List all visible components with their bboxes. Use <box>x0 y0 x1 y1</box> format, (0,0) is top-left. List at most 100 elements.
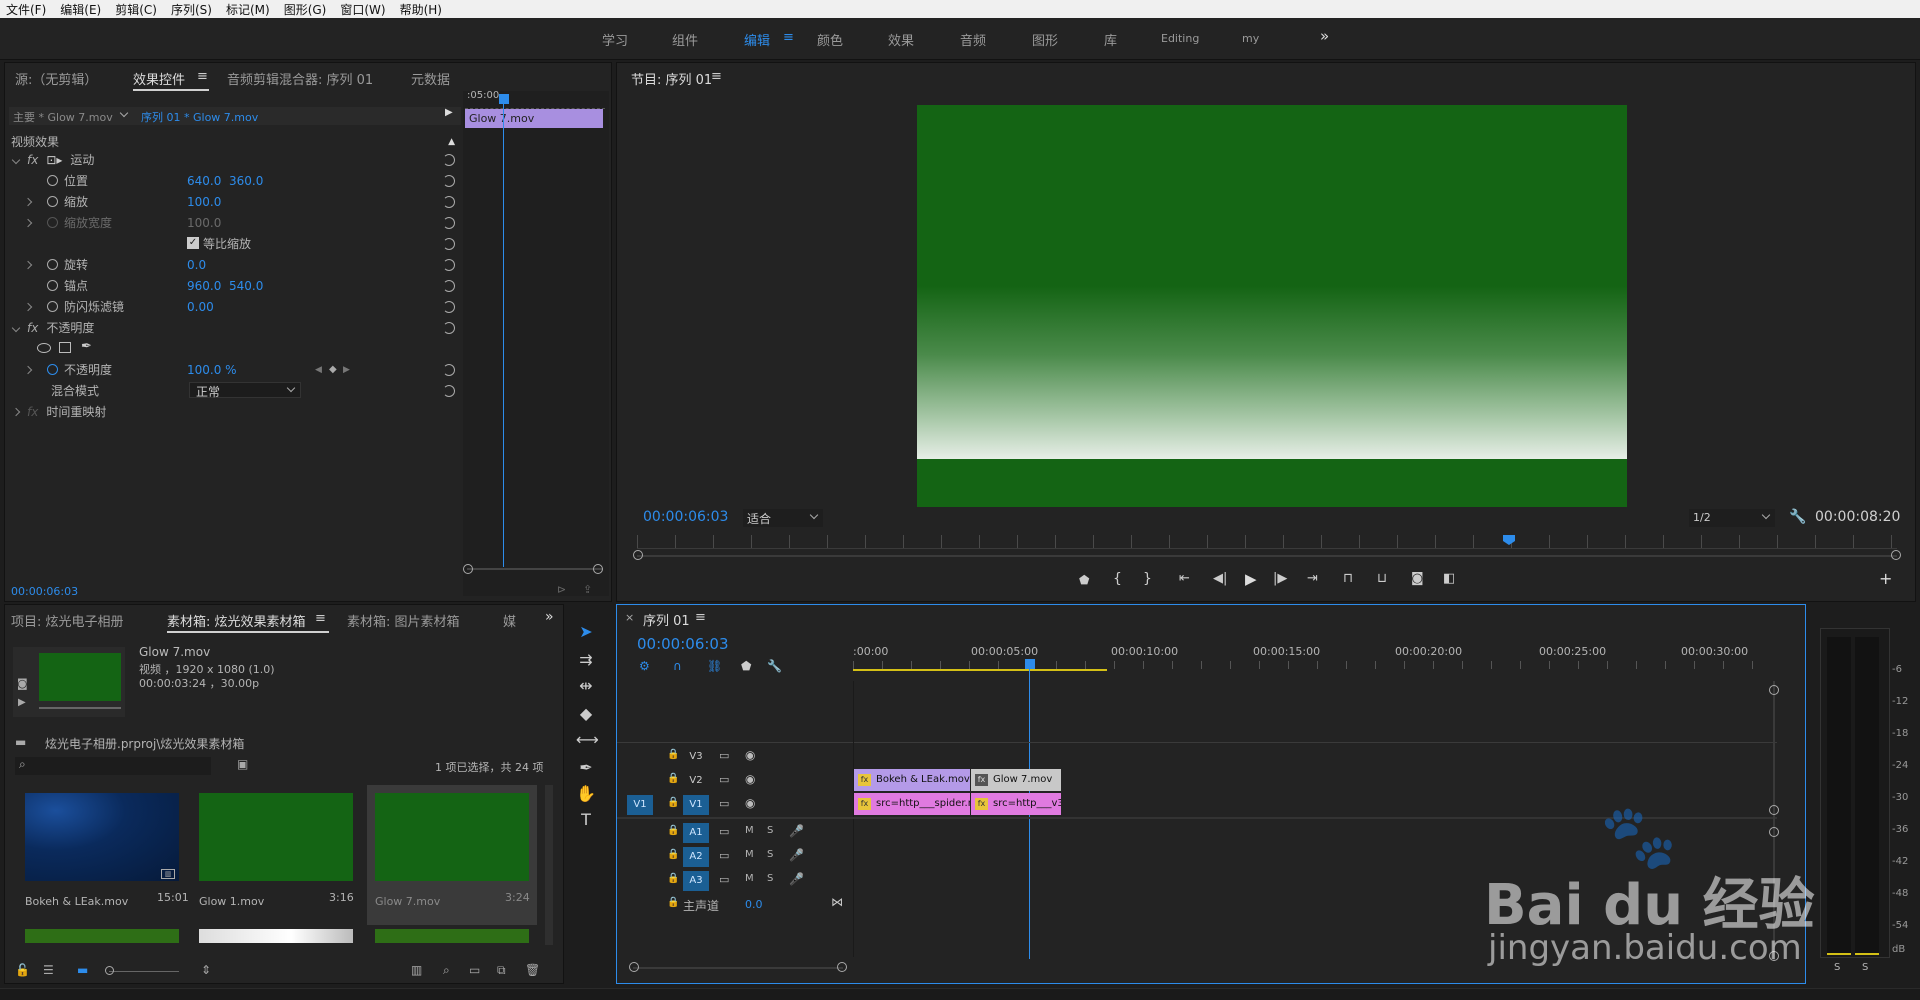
microphone-icon[interactable]: 🎤 <box>789 872 804 886</box>
workspace-my[interactable]: my <box>1242 32 1259 45</box>
workspace-color[interactable]: 颜色 <box>817 30 843 49</box>
program-zoom-bar[interactable] <box>637 555 1897 557</box>
chevron-right-icon[interactable] <box>23 365 33 374</box>
track-a3-target[interactable]: A3 <box>683 871 709 891</box>
eye-icon[interactable]: ◉ <box>745 796 755 810</box>
lock-icon[interactable]: 🔒 <box>667 773 679 784</box>
trash-icon[interactable]: 🗑 <box>525 963 540 977</box>
blend-mode-select[interactable]: 正常 <box>189 382 301 399</box>
tab-source[interactable]: 源:（无剪辑） <box>15 69 97 88</box>
anchor-y-value[interactable]: 540.0 <box>229 279 263 293</box>
slip-tool-icon[interactable]: ⟷ <box>576 730 599 750</box>
mini-playhead-handle[interactable] <box>499 94 509 104</box>
track-v1-target[interactable]: V1 <box>683 795 709 815</box>
menu-marker[interactable]: 标记(M) <box>226 1 270 18</box>
export-icon[interactable]: ⇪ <box>583 583 592 596</box>
motion-row[interactable]: fx ⊡▸ 运动 <box>5 149 465 170</box>
scale-value[interactable]: 100.0 <box>187 195 221 209</box>
mini-playhead[interactable] <box>503 97 504 567</box>
zoom-handle-left[interactable] <box>633 550 643 560</box>
lock-icon[interactable]: 🔒 <box>667 797 679 808</box>
stopwatch-icon[interactable] <box>47 259 58 270</box>
go-to-out-icon[interactable]: ⇥ <box>1307 571 1318 586</box>
horizontal-scrollbar[interactable] <box>633 967 843 969</box>
step-forward-icon[interactable]: |▶ <box>1273 571 1287 586</box>
hand-tool-icon[interactable]: ✋ <box>576 784 596 804</box>
lock-icon[interactable]: 🔒 <box>667 873 679 884</box>
chevron-right-icon[interactable] <box>23 218 33 227</box>
program-scrub-ruler[interactable] <box>637 535 1897 549</box>
tab-metadata[interactable]: 元数据 <box>411 69 450 88</box>
zoom-slider[interactable] <box>109 971 179 972</box>
tab-bin-glow[interactable]: 素材箱: 炫光效果素材箱 <box>167 611 306 630</box>
mini-clip[interactable]: Glow 7.mov <box>465 109 603 128</box>
track-a2-target[interactable]: A2 <box>683 847 709 867</box>
timeline-ruler[interactable]: :00:00 00:00:05:00 00:00:10:00 00:00:15:… <box>853 645 1793 681</box>
transform-icon[interactable]: ⊡▸ <box>46 153 62 167</box>
linked-selection-icon[interactable]: ⛓ <box>707 659 722 673</box>
track-select-tool-icon[interactable]: ⇉ <box>576 650 596 670</box>
menu-window[interactable]: 窗口(W) <box>340 1 385 18</box>
reset-icon[interactable] <box>443 237 455 250</box>
next-keyframe-icon[interactable]: ▶ <box>343 365 350 375</box>
stopwatch-icon[interactable] <box>47 301 58 312</box>
new-item-icon[interactable]: ⧉ <box>497 963 506 978</box>
track-a1-target[interactable]: A1 <box>683 823 709 843</box>
reset-icon[interactable] <box>443 363 455 376</box>
workspace-editing-custom[interactable]: Editing <box>1161 32 1199 45</box>
add-marker-icon[interactable]: ⬟ <box>1079 573 1089 587</box>
anti-flicker-value[interactable]: 0.00 <box>187 300 214 314</box>
play-only-icon[interactable]: ▶ <box>445 107 453 118</box>
list-view-icon[interactable]: ☰ <box>43 963 54 977</box>
new-bin-icon[interactable]: ▭ <box>469 963 480 977</box>
reset-icon[interactable] <box>443 321 455 334</box>
workspace-effects[interactable]: 效果 <box>888 30 914 49</box>
menu-edit[interactable]: 编辑(E) <box>60 1 101 18</box>
meter-solo-left[interactable]: S <box>1834 962 1840 973</box>
effect-controls-timecode[interactable]: 00:00:06:03 <box>11 585 78 598</box>
sync-lock-icon[interactable]: ▭ <box>719 873 729 886</box>
microphone-icon[interactable]: 🎤 <box>789 848 804 862</box>
tab-bin-images[interactable]: 素材箱: 图片素材箱 <box>347 611 460 630</box>
vertical-scrollbar[interactable] <box>1773 681 1775 961</box>
lock-icon[interactable]: 🔒 <box>667 749 679 760</box>
time-remap-row[interactable]: fx 时间重映射 <box>5 401 465 422</box>
timeline-clip[interactable]: fx Glow 7.mov <box>971 769 1061 791</box>
work-area-bar[interactable] <box>853 669 1107 671</box>
workspace-assembly[interactable]: 组件 <box>672 30 698 49</box>
camera-icon[interactable]: ◙ <box>17 677 28 690</box>
reset-icon[interactable] <box>443 174 455 187</box>
mini-scroll-handle-left[interactable] <box>463 564 473 574</box>
program-timecode[interactable]: 00:00:06:03 <box>643 509 728 525</box>
chevron-down-icon[interactable] <box>11 323 21 332</box>
stopwatch-icon[interactable] <box>47 364 58 375</box>
icon-view-icon[interactable]: ▬ <box>77 963 88 977</box>
workspace-libraries[interactable]: 库 <box>1104 30 1117 49</box>
stopwatch-icon[interactable] <box>47 280 58 291</box>
position-y-value[interactable]: 360.0 <box>229 174 263 188</box>
bin-item[interactable]: Glow 1.mov 3:16 <box>191 785 361 925</box>
step-back-icon[interactable]: ◀| <box>1213 571 1227 586</box>
tab-audio-clip-mixer[interactable]: 音频剪辑混合器: 序列 01 <box>227 69 373 88</box>
timeline-settings-icon[interactable]: 🔧 <box>767 659 782 673</box>
add-marker-icon[interactable]: ⬟ <box>741 659 751 673</box>
scroll-handle[interactable] <box>1769 951 1779 961</box>
lock-icon[interactable]: 🔒 <box>667 825 679 836</box>
ripple-edit-tool-icon[interactable]: ⇹ <box>576 676 596 696</box>
bin-scrollbar[interactable] <box>545 785 553 945</box>
effect-controls-menu-icon[interactable]: ≡ <box>197 69 208 84</box>
reset-icon[interactable] <box>443 195 455 208</box>
reset-icon[interactable] <box>443 279 455 292</box>
meter-solo-right[interactable]: S <box>1862 962 1868 973</box>
reset-icon[interactable] <box>443 384 455 397</box>
bin-item[interactable]: ▥ Bokeh & LEak.mov 15:01 <box>15 785 189 925</box>
stopwatch-icon[interactable] <box>47 175 58 186</box>
anchor-x-value[interactable]: 960.0 <box>187 279 221 293</box>
track-v2-target[interactable]: V2 <box>683 771 709 791</box>
eye-icon[interactable]: ◉ <box>745 772 755 786</box>
snap-icon[interactable]: ∩ <box>673 659 682 673</box>
mute-button[interactable]: M <box>745 873 754 884</box>
solo-button[interactable]: S <box>767 825 773 836</box>
scroll-handle[interactable] <box>1769 685 1779 695</box>
mute-button[interactable]: M <box>745 849 754 860</box>
